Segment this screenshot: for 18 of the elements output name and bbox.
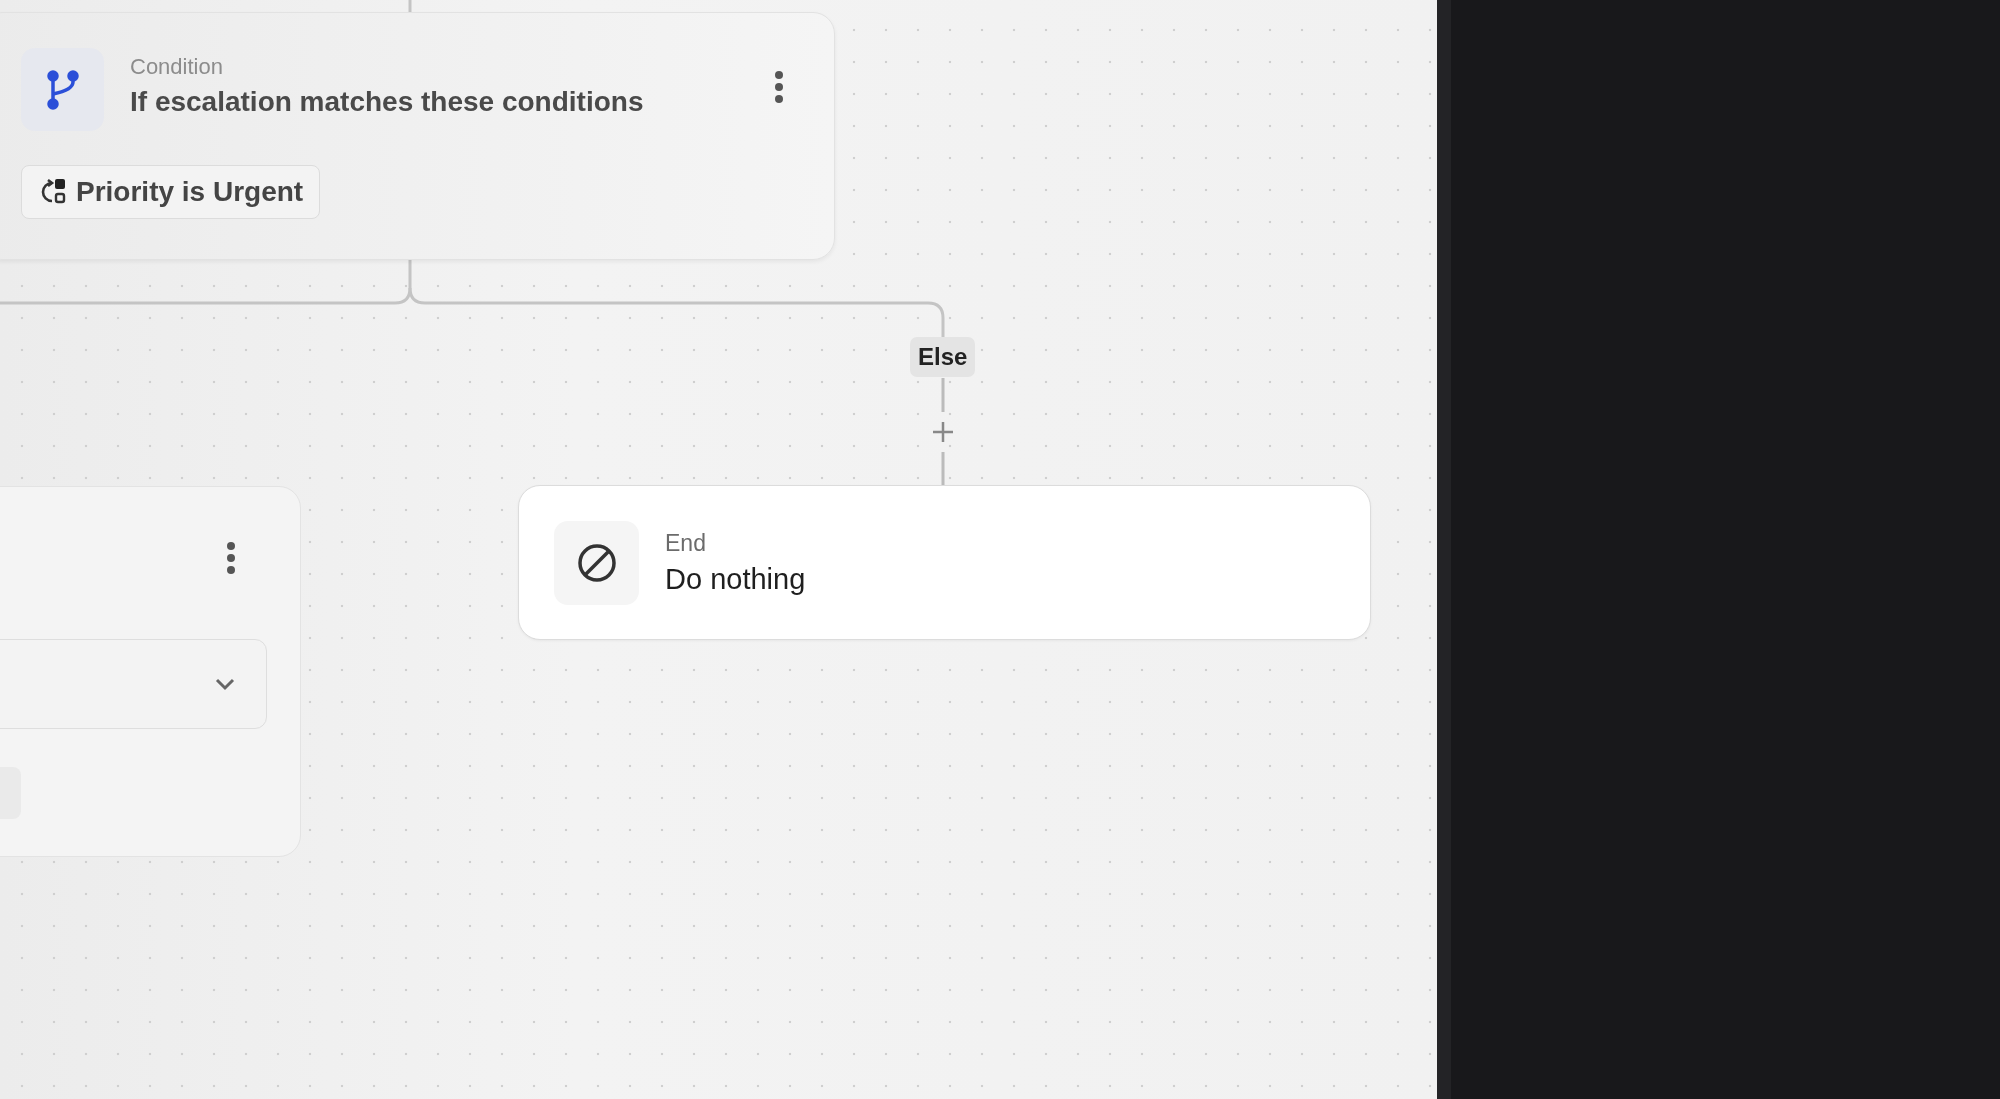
branch-icon — [45, 69, 80, 110]
node-title: If escalation matches these conditions — [130, 86, 645, 118]
add-step-icon[interactable] — [931, 420, 955, 444]
prohibited-icon — [576, 542, 617, 583]
node-type-label: Condition — [130, 54, 224, 80]
connector-line — [941, 452, 945, 487]
branch-label: Else — [910, 337, 976, 377]
connector-line — [408, 0, 412, 14]
node-type-label: End — [665, 529, 707, 557]
condition-card[interactable]: Condition If escalation matches these conditions Priority is Urgent — [0, 12, 835, 260]
chevron-down-icon — [214, 677, 236, 691]
more-options-icon[interactable] — [226, 541, 236, 575]
node-title: Do nothing — [665, 562, 806, 596]
connector-line — [941, 378, 945, 412]
more-options-icon[interactable] — [774, 70, 784, 104]
dropdown-field[interactable] — [0, 639, 267, 729]
condition-chip[interactable]: Priority is Urgent — [21, 165, 321, 219]
end-card[interactable]: End Do nothing — [518, 485, 1371, 640]
